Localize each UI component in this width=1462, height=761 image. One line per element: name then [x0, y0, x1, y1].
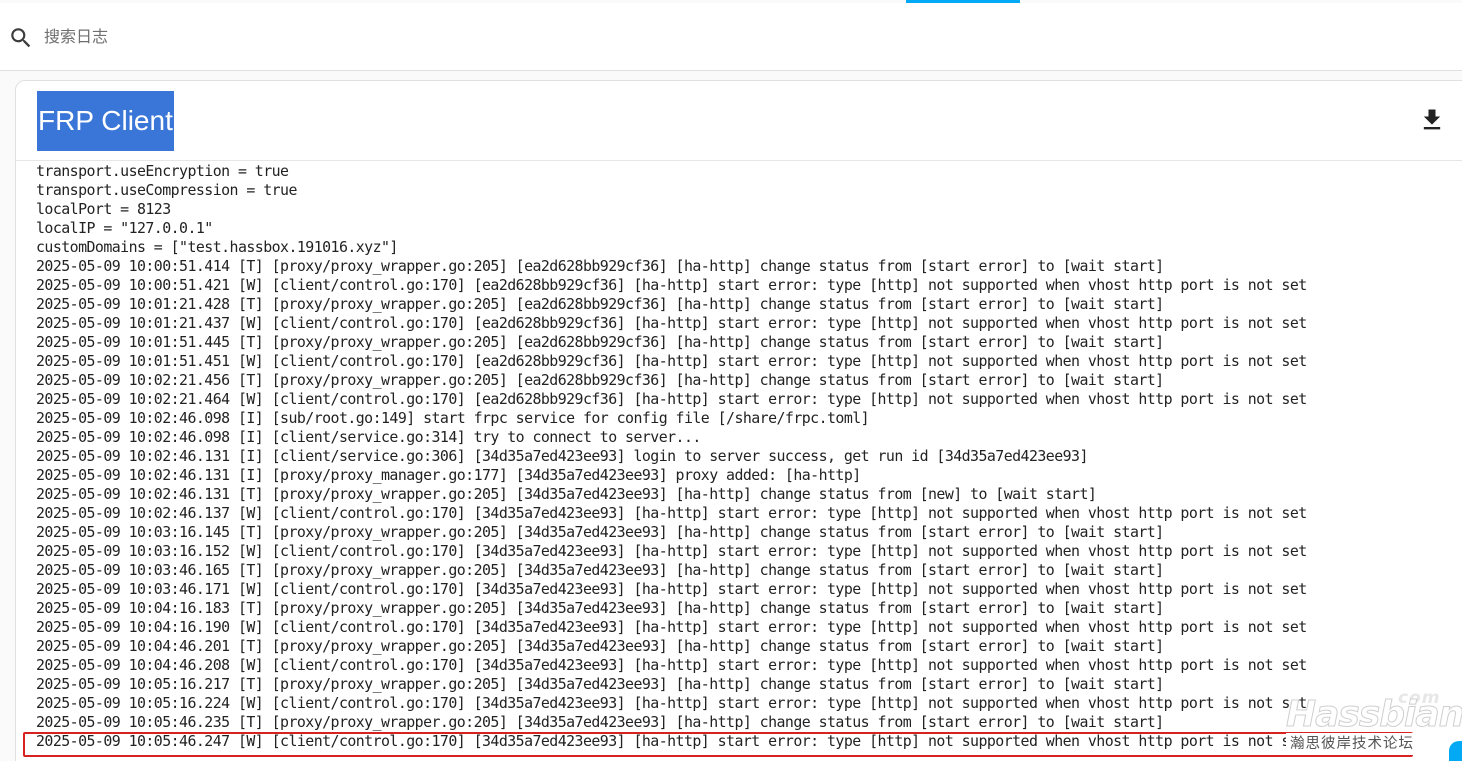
log-line: 2025-05-09 10:00:51.414 [T] [proxy/proxy… — [36, 257, 1164, 275]
log-line: 2025-05-09 10:00:51.421 [W] [client/cont… — [36, 276, 1307, 294]
log-line: 2025-05-09 10:04:16.190 [W] [client/cont… — [36, 618, 1307, 636]
log-line: transport.useEncryption = true — [36, 162, 289, 180]
highlight-annotation — [23, 732, 1413, 757]
search-bar — [0, 3, 1462, 71]
log-line: 2025-05-09 10:02:21.464 [W] [client/cont… — [36, 390, 1307, 408]
log-line: 2025-05-09 10:04:46.208 [W] [client/cont… — [36, 656, 1307, 674]
log-line: 2025-05-09 10:01:51.451 [W] [client/cont… — [36, 352, 1307, 370]
log-line: 2025-05-09 10:02:46.137 [W] [client/cont… — [36, 504, 1307, 522]
download-icon[interactable] — [1418, 105, 1446, 135]
log-line: 2025-05-09 10:03:46.165 [T] [proxy/proxy… — [36, 561, 1164, 579]
log-output: transport.useEncryption = true transport.… — [36, 162, 1462, 761]
log-line: customDomains = ["test.hassbox.191016.xy… — [36, 238, 398, 256]
log-line: 2025-05-09 10:04:16.183 [T] [proxy/proxy… — [36, 599, 1164, 617]
log-line: 2025-05-09 10:03:16.145 [T] [proxy/proxy… — [36, 523, 1164, 541]
log-line: 2025-05-09 10:05:16.217 [T] [proxy/proxy… — [36, 675, 1164, 693]
log-line: 2025-05-09 10:05:16.224 [W] [client/cont… — [36, 694, 1307, 712]
log-line: 2025-05-09 10:01:21.428 [T] [proxy/proxy… — [36, 295, 1164, 313]
log-line: 2025-05-09 10:04:46.201 [T] [proxy/proxy… — [36, 637, 1164, 655]
log-line: localIP = "127.0.0.1" — [36, 219, 213, 237]
card-header: FRP Client — [16, 81, 1462, 161]
log-line: 2025-05-09 10:02:21.456 [T] [proxy/proxy… — [36, 371, 1164, 389]
log-line: 2025-05-09 10:03:16.152 [W] [client/cont… — [36, 542, 1307, 560]
search-input[interactable] — [44, 23, 644, 53]
watermark-brand: Hassbian — [1285, 694, 1462, 736]
log-line: 2025-05-09 10:01:21.437 [W] [client/cont… — [36, 314, 1307, 332]
log-line: 2025-05-09 10:02:46.131 [T] [proxy/proxy… — [36, 485, 1097, 503]
log-line: transport.useCompression = true — [36, 181, 297, 199]
watermark-cn: 瀚思彼岸技术论坛 — [1286, 733, 1418, 755]
log-card: FRP Client transport.useEncryption = tru… — [15, 80, 1462, 761]
log-line: 2025-05-09 10:05:46.235 [T] [proxy/proxy… — [36, 713, 1164, 731]
log-line: 2025-05-09 10:02:46.098 [I] [sub/root.go… — [36, 409, 870, 427]
log-line: 2025-05-09 10:02:46.131 [I] [proxy/proxy… — [36, 466, 861, 484]
search-icon — [11, 28, 31, 48]
log-line: 2025-05-09 10:02:46.131 [I] [client/serv… — [36, 447, 1088, 465]
card-title: FRP Client — [37, 91, 174, 151]
log-line: 2025-05-09 10:02:46.098 [I] [client/serv… — [36, 428, 701, 446]
scroll-to-bottom-button[interactable] — [1449, 741, 1462, 761]
log-line: 2025-05-09 10:03:46.171 [W] [client/cont… — [36, 580, 1307, 598]
log-line: 2025-05-09 10:01:51.445 [T] [proxy/proxy… — [36, 333, 1164, 351]
log-line: localPort = 8123 — [36, 200, 171, 218]
